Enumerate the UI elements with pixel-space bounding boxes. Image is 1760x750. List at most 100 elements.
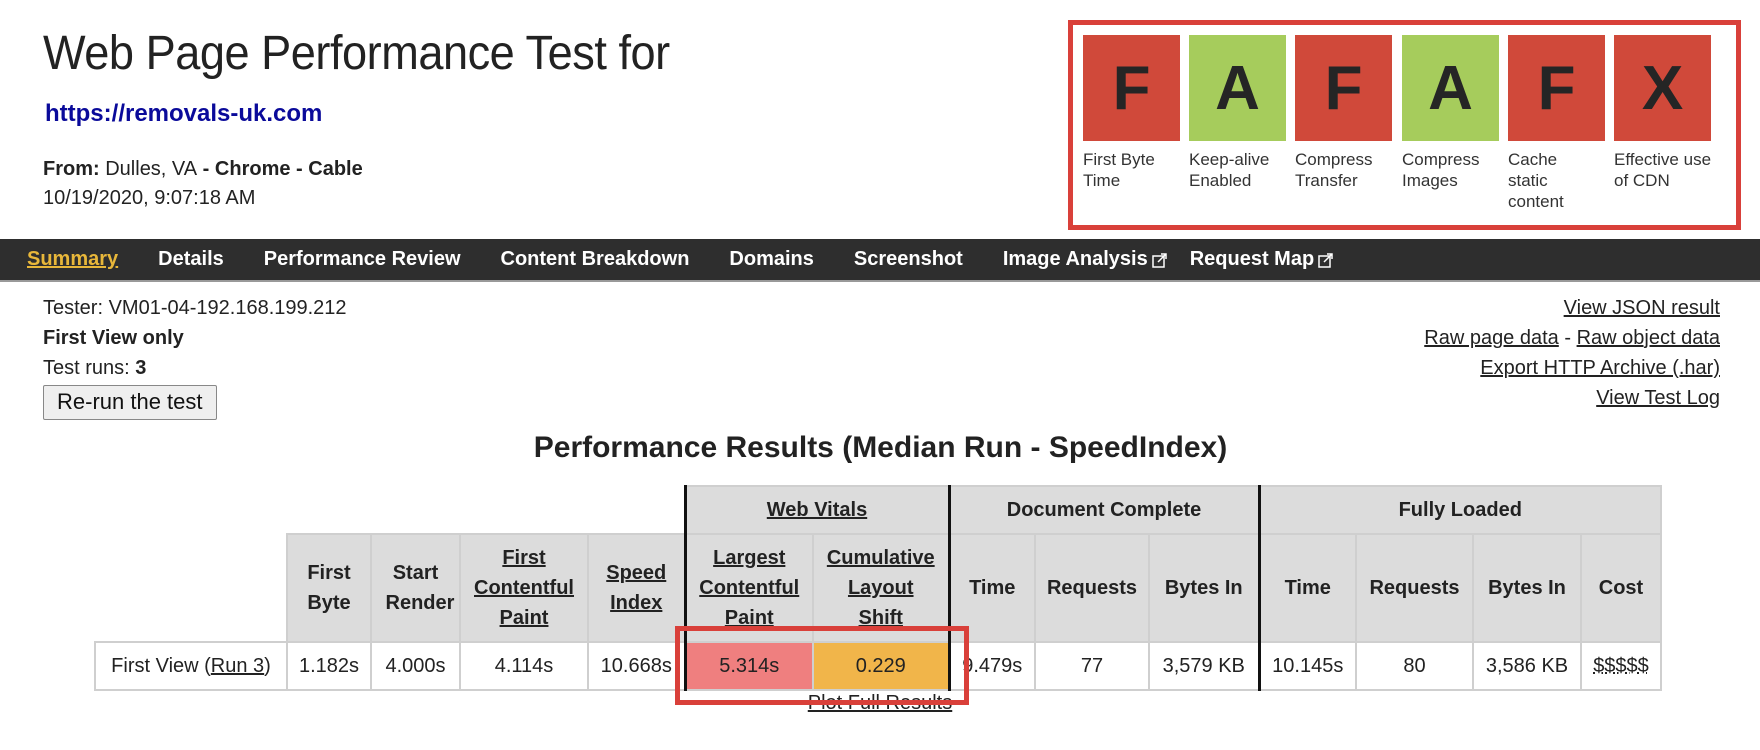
results-nav: Summary Details Performance Review Conte… (0, 239, 1760, 282)
grade-label: Compress Images (1402, 150, 1480, 190)
cost-link[interactable]: $$$$$ (1593, 655, 1649, 677)
grade-letter: F (1508, 35, 1605, 141)
grade-first-byte-time[interactable]: F First Byte Time (1083, 35, 1180, 191)
col-doc-time: Time (948, 533, 1036, 643)
link-separator: - (1558, 327, 1577, 349)
test-datetime: 10/19/2020, 9:07:18 AM (43, 187, 256, 209)
tab-domains[interactable]: Domains (729, 248, 813, 271)
group-document-complete: Document Complete (948, 485, 1261, 535)
tab-details[interactable]: Details (158, 248, 224, 271)
rerun-test-button[interactable]: Re-run the test (43, 385, 217, 420)
result-links: View JSON result Raw page data - Raw obj… (1424, 293, 1720, 413)
run-link[interactable]: Run 3 (211, 655, 264, 677)
start-render-value: 4.000s (370, 641, 461, 691)
cls-link[interactable]: Cumulative Layout Shift (826, 543, 936, 633)
col-start-render: Start Render (370, 533, 461, 643)
runs-value: 3 (135, 357, 147, 379)
col-cls: Cumulative Layout Shift (812, 533, 951, 643)
external-link-icon (1151, 252, 1167, 268)
tab-summary[interactable]: Summary (27, 248, 118, 271)
grade-letter: A (1402, 35, 1499, 141)
doc-bytes-value: 3,579 KB (1148, 641, 1261, 691)
tab-image-analysis[interactable]: Image Analysis (1003, 248, 1168, 271)
view-test-log-link[interactable]: View Test Log (1596, 387, 1720, 409)
col-full-requests: Requests (1355, 533, 1474, 643)
col-cost: Cost (1580, 533, 1662, 643)
plot-full-results-link[interactable]: Plot Full Results (808, 692, 953, 714)
tab-performance-review[interactable]: Performance Review (264, 248, 461, 271)
col-full-time: Time (1258, 533, 1357, 643)
export-har-link[interactable]: Export HTTP Archive (.har) (1480, 357, 1720, 379)
fcp-value: 4.114s (459, 641, 589, 691)
external-link-icon (1318, 252, 1333, 268)
results-title: Performance Results (Median Run - SpeedI… (533, 431, 1228, 464)
grade-label: Keep-alive Enabled (1189, 150, 1270, 190)
empty-header (95, 534, 287, 642)
tester-value: VM01-04-192.168.199.212 (108, 297, 347, 319)
connection: Cable (308, 158, 363, 180)
grade-label: Compress Transfer (1295, 150, 1373, 190)
full-requests-value: 80 (1355, 641, 1474, 691)
raw-page-data-link[interactable]: Raw page data (1424, 327, 1559, 349)
grade-letter: F (1295, 35, 1392, 141)
tab-label: Image Analysis (1002, 248, 1148, 270)
page-header: Web Page Performance Test for https://re… (43, 22, 710, 212)
location: Dulles, VA (105, 158, 198, 180)
page-title: Web Page Performance Test for (43, 27, 670, 80)
separator: - (197, 158, 215, 180)
row-label-suffix: ) (264, 654, 271, 677)
first-byte-value: 1.182s (286, 641, 372, 691)
col-speed-index: Speed Index (587, 533, 686, 643)
tab-content-breakdown[interactable]: Content Breakdown (501, 248, 690, 271)
col-doc-bytes: Bytes In (1148, 533, 1261, 643)
cost-cell: $$$$$ (1580, 641, 1662, 691)
grade-cache-static[interactable]: F Cache static content (1508, 35, 1605, 212)
row-label-prefix: First View ( (111, 654, 211, 677)
fcp-link[interactable]: First Contentful Paint (474, 543, 574, 633)
web-vitals-link[interactable]: Web Vitals (767, 499, 867, 521)
col-label: Start Render (385, 562, 455, 614)
grade-cdn[interactable]: X Effective use of CDN (1614, 35, 1711, 191)
tester-line: Tester: VM01-04-192.168.199.212 (43, 293, 347, 323)
from-label: From: (43, 158, 100, 180)
cls-value: 0.229 (812, 641, 951, 691)
table-row: First View (Run 3) 1.182s 4.000s 4.114s … (94, 641, 1662, 691)
grade-compress-transfer[interactable]: F Compress Transfer (1295, 35, 1392, 191)
tab-screenshot[interactable]: Screenshot (854, 248, 963, 271)
grades-panel: F First Byte Time A Keep-alive Enabled F… (1068, 20, 1741, 230)
runs-label: Test runs: (43, 357, 130, 379)
doc-time-value: 9.479s (948, 641, 1036, 691)
col-doc-requests: Requests (1034, 533, 1150, 643)
group-web-vitals: Web Vitals (683, 485, 951, 535)
grade-label: Cache static content (1508, 150, 1564, 211)
test-info: Tester: VM01-04-192.168.199.212 First Vi… (43, 293, 347, 420)
row-label: First View (Run 3) (94, 641, 288, 691)
tab-request-map[interactable]: Request Map (1190, 248, 1334, 271)
view-json-link[interactable]: View JSON result (1564, 297, 1720, 319)
test-location: From: Dulles, VA - Chrome - Cable (43, 154, 710, 184)
group-fully-loaded: Fully Loaded (1258, 485, 1662, 535)
grade-compress-images[interactable]: A Compress Images (1402, 35, 1499, 191)
results-table: Web Vitals Document Complete Fully Loade… (94, 485, 1662, 691)
speed-index-link[interactable]: Speed Index (606, 558, 666, 618)
view-mode-text: First View only (43, 327, 184, 349)
lcp-link[interactable]: Largest Contentful Paint (699, 543, 799, 633)
tester-label: Tester: (43, 297, 104, 319)
separator: - (290, 158, 309, 180)
lcp-value: 5.314s (683, 641, 814, 691)
raw-object-data-link[interactable]: Raw object data (1577, 327, 1720, 349)
column-header-row: First Byte Start Render First Contentful… (95, 533, 1662, 643)
col-first-byte: First Byte (286, 533, 372, 643)
test-runs-line: Test runs: 3 (43, 353, 347, 383)
grade-keep-alive[interactable]: A Keep-alive Enabled (1189, 35, 1286, 191)
col-fcp: First Contentful Paint (459, 533, 589, 643)
doc-requests-value: 77 (1034, 641, 1150, 691)
grade-letter: F (1083, 35, 1180, 141)
tested-url-link[interactable]: https://removals-uk.com (45, 100, 710, 128)
empty-header (95, 486, 685, 534)
col-lcp: Largest Contentful Paint (683, 533, 814, 643)
plot-full-results: Plot Full Results (0, 692, 1760, 715)
col-label: First Byte (307, 562, 351, 614)
speed-index-value: 10.668s (587, 641, 686, 691)
grade-label: First Byte Time (1083, 150, 1155, 190)
